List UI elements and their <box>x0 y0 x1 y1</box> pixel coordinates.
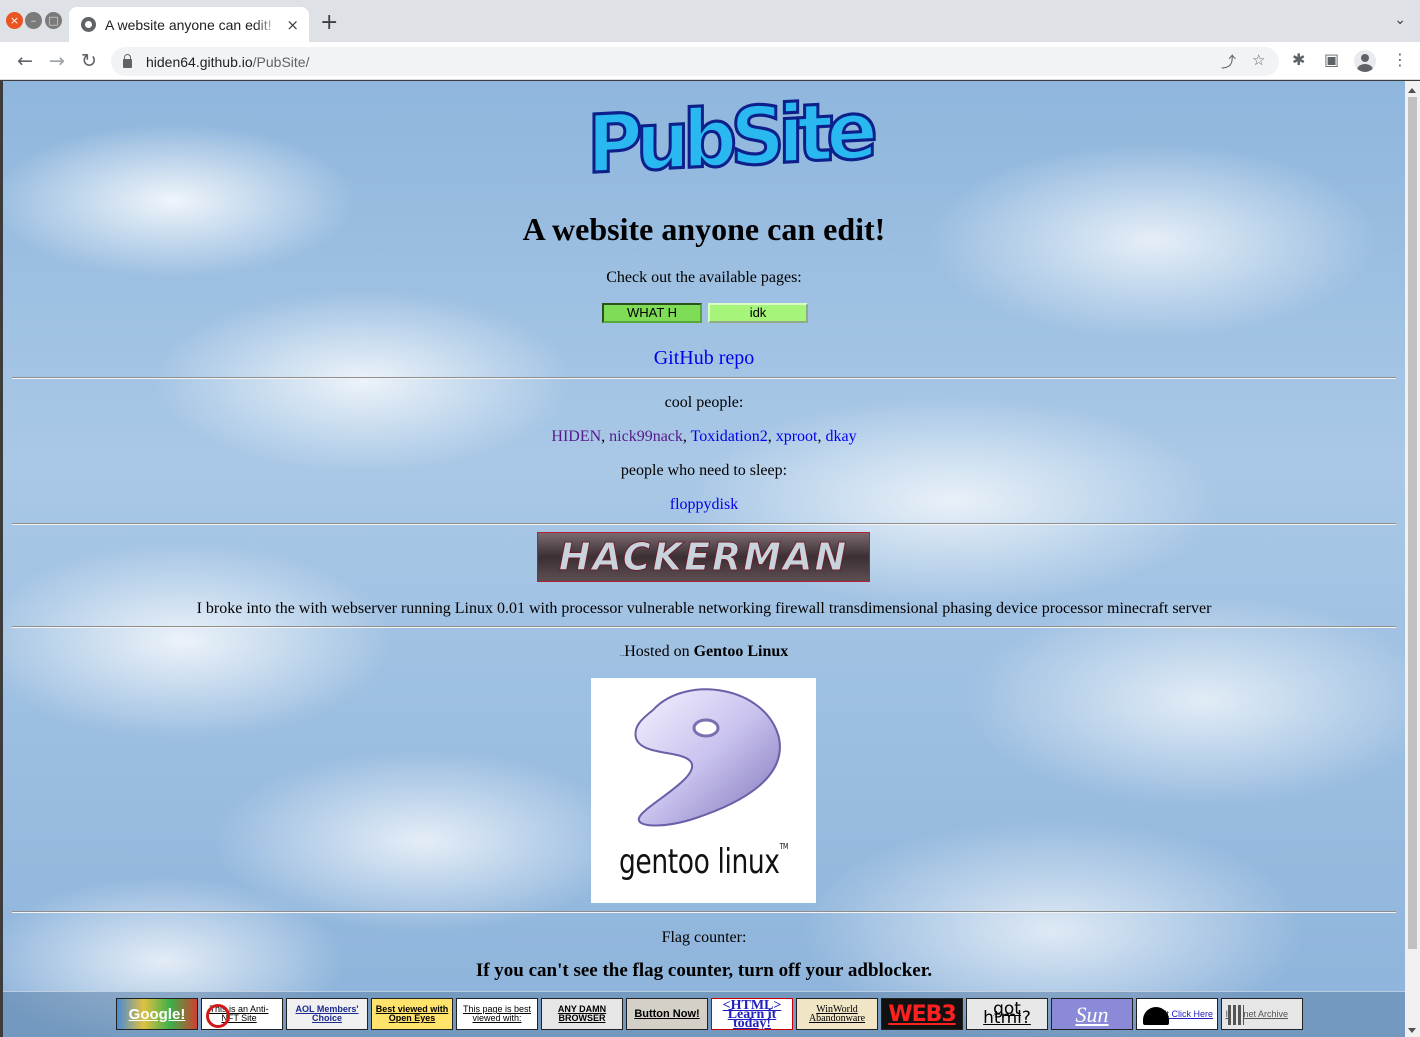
person-link-floppydisk[interactable]: floppydisk <box>670 496 738 513</box>
gentoo-logo: gentoo linuxTM <box>591 678 816 903</box>
profile-avatar-icon[interactable] <box>1354 50 1376 72</box>
cool-people-list: HIDEN, nick99nack, Toxidation2, xproot, … <box>551 428 857 445</box>
pages-intro: Check out the available pages: <box>606 269 802 286</box>
globe-icon <box>81 17 96 32</box>
browser-toolbar: ← → ↻ hiden64.github.io /PubSite/ ⤴ ☆ ✱ … <box>0 42 1420 80</box>
badge-bar: Google! This is an Anti-NFT Site AOL Mem… <box>3 991 1405 1037</box>
back-icon[interactable]: ← <box>13 49 37 73</box>
divider <box>12 523 1396 525</box>
badge-google[interactable]: Google! <box>116 998 198 1030</box>
side-panel-icon[interactable]: ▣ <box>1324 50 1339 69</box>
reload-icon[interactable]: ↻ <box>77 49 101 73</box>
window-close-icon[interactable]: × <box>6 12 23 29</box>
tab-close-icon[interactable]: × <box>286 16 299 34</box>
gentoo-tm: TM <box>779 842 789 851</box>
window-maximize-icon[interactable]: □ <box>45 12 62 29</box>
badge-winworld[interactable]: WinWorld Abandonware <box>796 998 878 1030</box>
github-link-row: GitHub repo <box>3 346 1405 370</box>
badge-web3[interactable]: WEB3 <box>881 998 963 1030</box>
page-headline: A website anyone can edit! <box>522 211 886 247</box>
badge-dont-click[interactable]: Don't Click Here <box>1136 998 1218 1030</box>
site-logo: PubSite <box>585 82 872 193</box>
sleep-label: people who need to sleep: <box>620 462 788 479</box>
person-link-nick99nack[interactable]: nick99nack <box>609 428 683 445</box>
badge-sun[interactable]: Sun <box>1051 998 1133 1030</box>
site-logo-text: PubSite <box>585 82 872 193</box>
scrollbar-thumb[interactable] <box>1408 97 1417 949</box>
badge-html[interactable]: <HTML> Learn it today! <box>711 998 793 1030</box>
sleepers-list: floppydisk <box>3 495 1405 515</box>
badge-any-damn-browser[interactable]: ANY DAMN BROWSER <box>541 998 623 1030</box>
person-link-xproot[interactable]: xproot <box>776 428 818 445</box>
flag-counter-label: Flag counter: <box>661 929 747 946</box>
divider <box>12 911 1396 913</box>
page-scrollbar[interactable] <box>1405 81 1420 1037</box>
hacker-text: I broke into the with webserver running … <box>196 600 1212 617</box>
address-bar[interactable]: hiden64.github.io /PubSite/ ⤴ ☆ <box>111 47 1279 76</box>
browser-menu-icon[interactable]: ⋮ <box>1392 50 1408 69</box>
divider <box>12 626 1396 628</box>
badge-list: Google! This is an Anti-NFT Site AOL Mem… <box>116 998 1303 1030</box>
divider <box>12 377 1396 379</box>
page-buttons: WHAT H idk <box>602 303 808 323</box>
hackerman-banner-text: HACKERMAN <box>558 535 849 580</box>
badge-internet-archive[interactable]: Internet Archive <box>1221 998 1303 1030</box>
url-path: /PubSite/ <box>252 53 310 70</box>
bookmark-star-icon[interactable]: ☆ <box>1252 51 1265 69</box>
tab-active[interactable]: A website anyone can edit! × <box>69 7 309 42</box>
extensions-icon[interactable]: ✱ <box>1292 50 1305 69</box>
hosted-on-text: ...Hosted on Gentoo Linux <box>3 642 1405 665</box>
url-host: hiden64.github.io <box>146 53 253 70</box>
new-tab-icon[interactable]: + <box>320 11 338 35</box>
hackerman-banner: HACKERMAN <box>537 532 870 582</box>
page-button-what-h[interactable]: WHAT H <box>602 303 702 323</box>
tab-title: A website anyone can edit! <box>105 16 272 33</box>
github-repo-link[interactable]: GitHub repo <box>654 347 755 369</box>
scroll-up-arrow-icon[interactable] <box>1408 88 1416 93</box>
person-link-dkay[interactable]: dkay <box>826 428 857 445</box>
badge-anti-nft[interactable]: This is an Anti-NFT Site <box>201 998 283 1030</box>
hosted-os: Gentoo Linux <box>693 643 789 660</box>
page-button-idk[interactable]: idk <box>708 303 808 323</box>
share-icon[interactable]: ⤴ <box>1221 51 1236 72</box>
forward-icon[interactable]: → <box>45 49 69 73</box>
badge-aol[interactable]: AOL Members' Choice <box>286 998 368 1030</box>
badge-open-eyes[interactable]: Best viewed with Open Eyes <box>371 998 453 1030</box>
badge-best-viewed[interactable]: This page is best viewed with: <box>456 998 538 1030</box>
lock-icon[interactable] <box>123 54 132 68</box>
person-link-hiden[interactable]: HIDEN <box>551 428 601 445</box>
hosted-prefix: Hosted on <box>624 643 694 660</box>
cool-people-label: cool people: <box>664 394 744 411</box>
gentoo-wordmark: gentoo linux <box>618 842 780 882</box>
tab-search-icon[interactable]: ⌄ <box>1394 12 1406 28</box>
gentoo-logo-text: gentoo linuxTM <box>616 842 792 882</box>
browser-tab-bar: × – □ A website anyone can edit! × + ⌄ <box>0 0 1420 42</box>
gentoo-g-icon <box>634 688 781 827</box>
person-link-toxidation2[interactable]: Toxidation2 <box>691 428 768 445</box>
page-viewport: PubSite A website anyone can edit! Check… <box>3 81 1405 1037</box>
window-minimize-icon[interactable]: – <box>25 12 42 29</box>
badge-got-html[interactable]: got html? <box>966 998 1048 1030</box>
badge-button-now[interactable]: Button Now! <box>626 998 708 1030</box>
flag-counter-warning: If you can't see the flag counter, turn … <box>475 960 933 981</box>
scroll-down-arrow-icon[interactable] <box>1408 1028 1416 1033</box>
